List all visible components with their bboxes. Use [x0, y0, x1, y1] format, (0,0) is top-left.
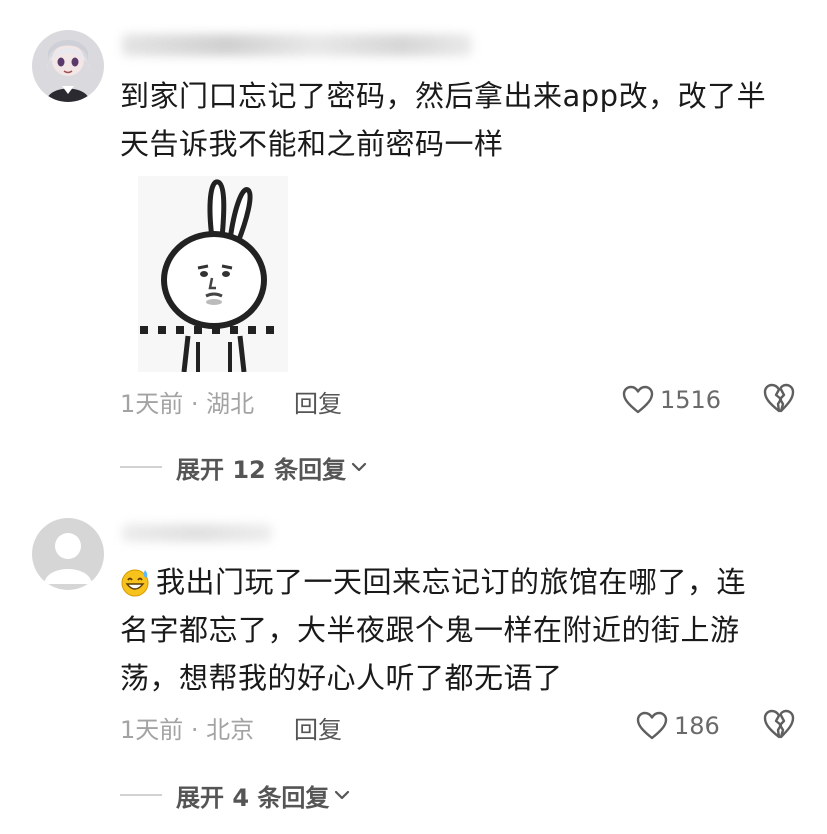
like-count: 186 — [674, 712, 720, 740]
comment-text-line: 到家门口忘记了密码，然后拿出来app改，改了半 — [120, 79, 767, 113]
comment-item: 我出门玩了一天回来忘记订的旅馆在哪了，连 名字都忘了，大半夜跟个鬼一样在附近的街… — [0, 500, 827, 834]
expand-replies[interactable]: 展开 4 条回复 — [120, 778, 351, 812]
avatar[interactable] — [32, 30, 104, 102]
comment-meta: 1天前 · 北京 回复 186 — [120, 706, 810, 746]
chevron-down-icon — [335, 790, 350, 800]
avatar[interactable] — [32, 518, 104, 590]
expand-replies-label: 展开 12 条回复 — [176, 455, 347, 484]
chevron-down-icon — [352, 462, 367, 472]
like-count: 1516 — [660, 386, 722, 414]
broken-heart-icon — [763, 383, 795, 413]
comment-item: 到家门口忘记了密码，然后拿出来app改，改了半 天告诉我不能和之前密码一样 1天… — [0, 0, 827, 500]
like-button[interactable]: 186 — [636, 706, 720, 746]
reply-button[interactable]: 回复 — [294, 710, 342, 745]
dislike-button[interactable] — [762, 708, 798, 744]
comment-text: 到家门口忘记了密码，然后拿出来app改，改了半 天告诉我不能和之前密码一样 — [120, 72, 790, 168]
divider-line — [120, 794, 162, 796]
divider-line — [120, 466, 162, 468]
comment-text: 我出门玩了一天回来忘记订的旅馆在哪了，连 名字都忘了，大半夜跟个鬼一样在附近的街… — [120, 558, 790, 702]
comment-text-line: 荡，想帮我的好心人听了都无语了 — [120, 661, 563, 695]
heart-outline-icon — [636, 711, 668, 740]
expand-replies[interactable]: 展开 12 条回复 — [120, 450, 368, 484]
like-button[interactable]: 1516 — [622, 380, 721, 420]
dislike-button[interactable] — [762, 382, 798, 418]
reply-button[interactable]: 回复 — [294, 384, 342, 419]
time-location: 1天前 · 湖北 — [120, 390, 255, 418]
expand-replies-label: 展开 4 条回复 — [176, 783, 330, 812]
sweat-smile-emoji-icon — [120, 563, 150, 597]
username-blurred[interactable] — [122, 524, 272, 542]
rabbit-sticker[interactable] — [138, 176, 288, 373]
broken-heart-icon — [763, 709, 795, 739]
comment-text-line: 我出门玩了一天回来忘记订的旅馆在哪了，连 — [156, 565, 747, 599]
heart-outline-icon — [622, 385, 654, 414]
comment-meta: 1天前 · 湖北 回复 1516 — [120, 380, 810, 420]
time-location: 1天前 · 北京 — [120, 716, 255, 744]
comment-text-line: 天告诉我不能和之前密码一样 — [120, 127, 504, 161]
username-blurred[interactable] — [122, 34, 472, 56]
comment-text-line: 名字都忘了，大半夜跟个鬼一样在附近的街上游 — [120, 613, 740, 647]
